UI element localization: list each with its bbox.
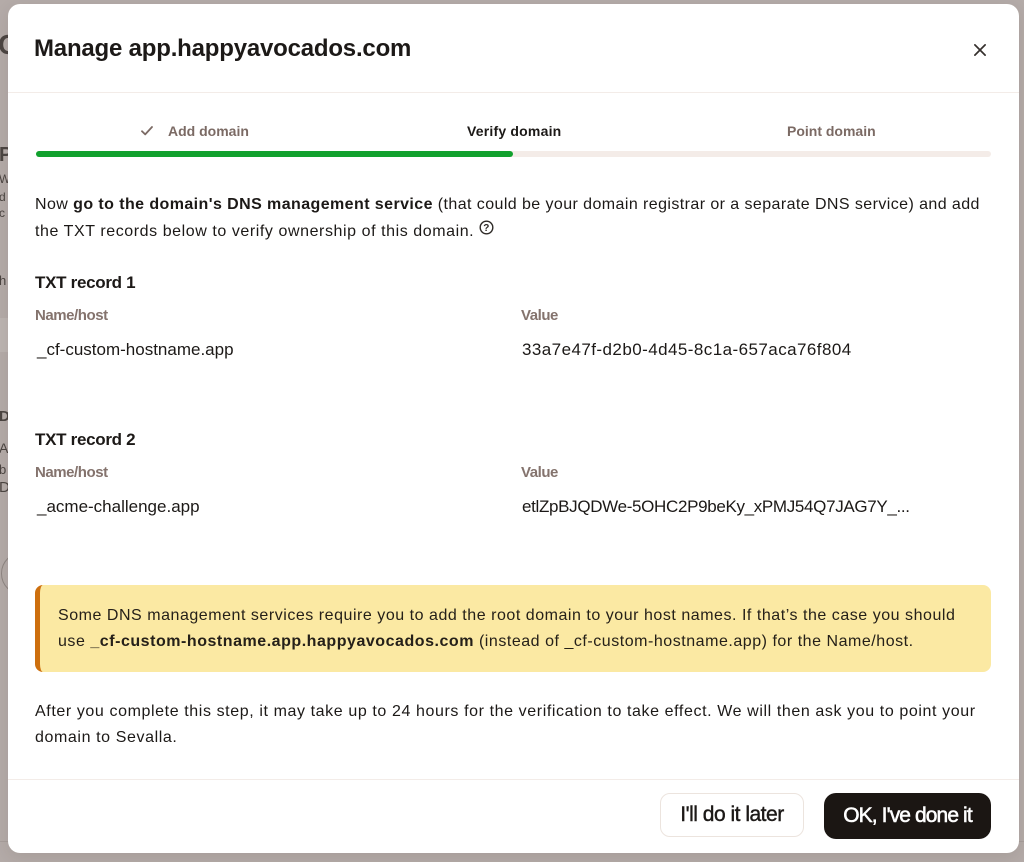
svg-text:?: ? [483,222,490,233]
